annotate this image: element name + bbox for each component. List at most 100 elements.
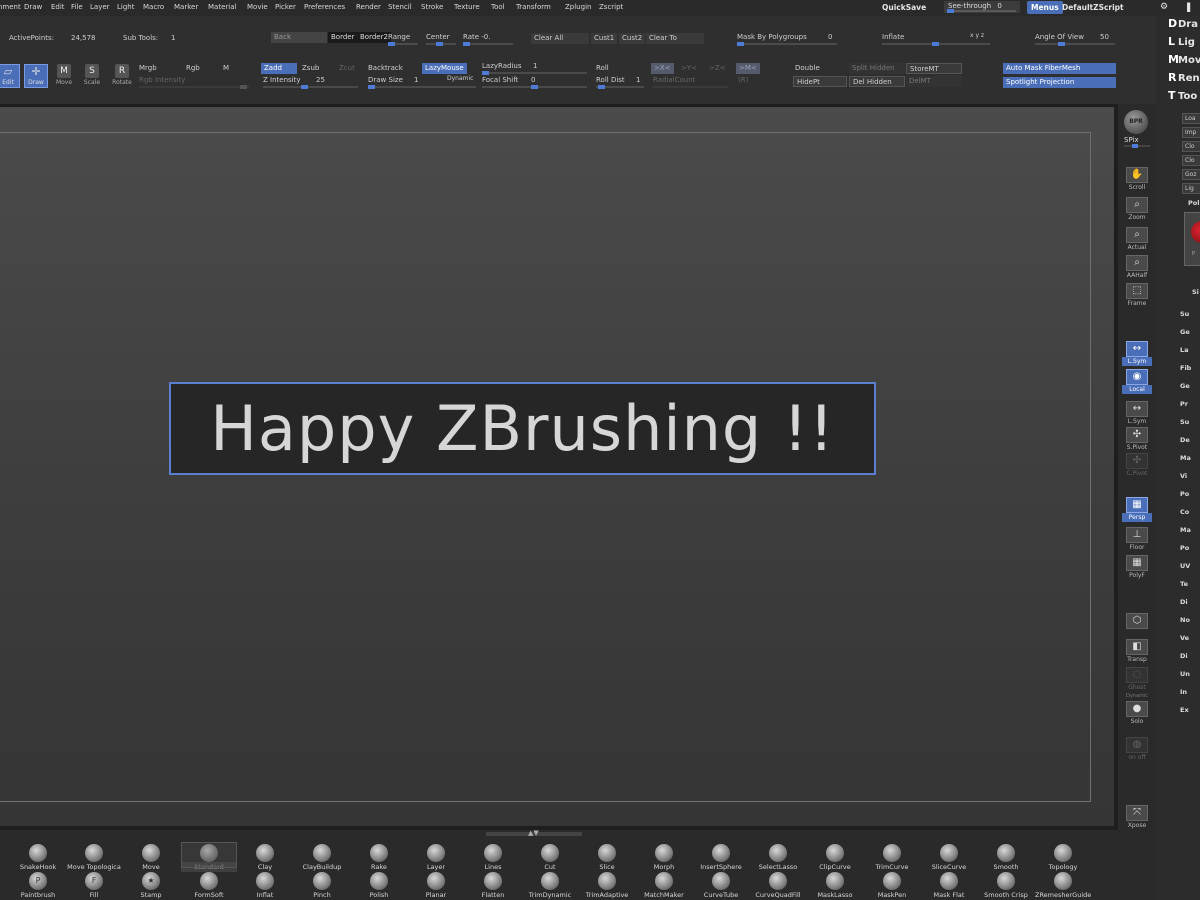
roll-dist-knob[interactable] (598, 85, 605, 89)
backtrack-button[interactable]: Backtrack (368, 63, 403, 74)
menu-item-marker[interactable]: Marker (174, 3, 198, 11)
brush-rake[interactable]: Rake (351, 844, 407, 872)
focal-shift-knob[interactable] (531, 85, 538, 89)
center-slider-knob[interactable] (436, 42, 443, 46)
inflate-axis-label[interactable]: x y z (970, 30, 984, 41)
brush-slicecurve[interactable]: SliceCurve (921, 844, 977, 872)
range-slider-knob[interactable] (388, 42, 395, 46)
clear-to-button[interactable]: Clear To (646, 33, 704, 44)
brush-move[interactable]: Move (123, 844, 179, 872)
brush-slice[interactable]: Slice (579, 844, 635, 872)
cust2-button[interactable]: Cust2 (619, 33, 646, 44)
brush-lines[interactable]: Lines (465, 844, 521, 872)
subpanel-item[interactable]: No (1180, 616, 1190, 624)
brush-mask-flat[interactable]: Mask Flat (921, 872, 977, 900)
brush-polish[interactable]: Polish (351, 872, 407, 900)
subpanel-item[interactable]: Ma (1180, 526, 1191, 534)
subpanel-item[interactable]: Di (1180, 652, 1188, 660)
symmetry-y-button[interactable]: >Y< (681, 63, 697, 74)
default-zscript-button[interactable]: DefaultZScript (1058, 1, 1128, 14)
subpanel-item[interactable]: Di (1180, 598, 1188, 606)
subpanel-item[interactable]: Ge (1180, 328, 1190, 336)
zadd-button[interactable]: Zadd (261, 63, 297, 74)
brush-cut[interactable]: Cut (522, 844, 578, 872)
sidebar-toggle-icon[interactable]: ▐ (1184, 1, 1190, 14)
symmetry-z-button[interactable]: >Z< (709, 63, 726, 74)
subpanel-item[interactable]: Co (1180, 508, 1189, 516)
brush-clipcurve[interactable]: ClipCurve (807, 844, 863, 872)
spix-knob[interactable] (1132, 144, 1138, 148)
rate-slider-knob[interactable] (463, 42, 470, 46)
menu-item-render[interactable]: Render (356, 3, 381, 11)
brush-trimdynamic[interactable]: TrimDynamic (522, 872, 578, 900)
menu-item-picker[interactable]: Picker (275, 3, 296, 11)
subpanel-item[interactable]: Pr (1180, 400, 1188, 408)
menu-item-movie[interactable]: Movie (247, 3, 268, 11)
menu-item-layer[interactable]: Layer (90, 3, 110, 11)
brush-zremesherguide[interactable]: ZRemesherGuide (1035, 872, 1091, 900)
menu-item-zscript[interactable]: Zscript (599, 3, 623, 11)
lightbox-button[interactable]: Lig (1182, 183, 1200, 194)
subpanel-item[interactable]: Vi (1180, 472, 1187, 480)
lsym2-toggle[interactable]: ↔ L.Sym (1122, 400, 1152, 428)
subpanel-item[interactable]: Po (1180, 544, 1189, 552)
dynamic-draw-size-button[interactable]: Dynamic (447, 73, 473, 84)
clone-button[interactable]: Clo (1182, 141, 1200, 152)
draw-size-knob[interactable] (368, 85, 375, 89)
brush-curvetube[interactable]: CurveTube (693, 872, 749, 900)
spotlight-projection-button[interactable]: Spotlight Projection (1003, 77, 1116, 88)
import-button[interactable]: Imp (1182, 127, 1200, 138)
load-tool-button[interactable]: Loa (1182, 113, 1200, 124)
quicksave-button[interactable]: QuickSave (878, 1, 930, 14)
brush-move-topological[interactable]: Move Topologica (66, 844, 122, 872)
edit-mode-button[interactable]: ▱ Edit (0, 64, 20, 88)
cust1-button[interactable]: Cust1 (591, 33, 618, 44)
brush-stamp[interactable]: ★ Stamp (123, 872, 179, 900)
rgb-intensity-label[interactable]: Rgb Intensity (139, 75, 185, 86)
zoom-button[interactable]: ⌕ Zoom (1122, 196, 1152, 224)
mrgb-button[interactable]: Mrgb (139, 63, 157, 74)
subpanel-item[interactable]: Ex (1180, 706, 1189, 714)
symmetry-m-button[interactable]: >M< (736, 63, 760, 74)
goz-button[interactable]: Goz (1182, 169, 1200, 180)
back-button[interactable]: Back (271, 32, 327, 43)
border-button[interactable]: Border (328, 32, 358, 43)
draw-mode-button[interactable]: ✛ Draw (24, 64, 48, 88)
brush-inflat[interactable]: Inflat (237, 872, 293, 900)
auto-mask-fibermesh-button[interactable]: Auto Mask FiberMesh (1003, 63, 1116, 74)
z-intensity-label[interactable]: Z Intensity (263, 75, 301, 86)
scroll-button[interactable]: ✋ Scroll (1122, 166, 1152, 194)
canvas-text-box[interactable]: Happy ZBrushing !! (169, 382, 876, 475)
brush-insertsphere[interactable]: InsertSphere (693, 844, 749, 872)
brush-planar[interactable]: Planar (408, 872, 464, 900)
inflate-label[interactable]: Inflate (882, 32, 904, 43)
clear-all-button[interactable]: Clear All (531, 33, 589, 44)
subpanel-item[interactable]: In (1180, 688, 1187, 696)
cpivot-button[interactable]: ✣ C.Pivot (1122, 452, 1152, 480)
ghost-toggle[interactable]: ◌ Ghost (1122, 666, 1152, 694)
light-palette-item[interactable]: L Lig (1168, 35, 1195, 48)
rgb-button[interactable]: Rgb (186, 63, 200, 74)
angle-of-view-knob[interactable] (1058, 42, 1065, 46)
subpanel-item[interactable]: Ge (1180, 382, 1190, 390)
lsym-toggle[interactable]: ↔ L.Sym (1122, 340, 1152, 368)
inflate-knob[interactable] (932, 42, 939, 46)
brush-layer[interactable]: Layer (408, 844, 464, 872)
z-intensity-knob[interactable] (301, 85, 308, 89)
m-button[interactable]: M (223, 63, 229, 74)
move-mode-button[interactable]: M Move (52, 64, 76, 92)
subpanel-item[interactable]: Su (1180, 418, 1189, 426)
xray-toggle[interactable]: ◍ on off (1122, 736, 1152, 764)
see-through-knob[interactable] (947, 9, 954, 13)
xpose-button[interactable]: ⤧ Xpose (1122, 804, 1152, 832)
subpanel-item[interactable]: Te (1180, 580, 1188, 588)
menu-item-preferences[interactable]: Preferences (304, 3, 345, 11)
menu-item-light[interactable]: Light (117, 3, 134, 11)
brush-smooth-crisp[interactable]: Smooth Crisp (978, 872, 1034, 900)
menu-item-alignment[interactable]: nment (0, 3, 21, 11)
persp-toggle[interactable]: ▦ Persp (1122, 496, 1152, 524)
subpanel-item[interactable]: Fib (1180, 364, 1191, 372)
split-hidden-button[interactable]: Split Hidden (849, 63, 905, 74)
tool-thumbnail[interactable]: P (1184, 212, 1200, 266)
brush-claybuildup[interactable]: ClayBuildup (294, 844, 350, 872)
